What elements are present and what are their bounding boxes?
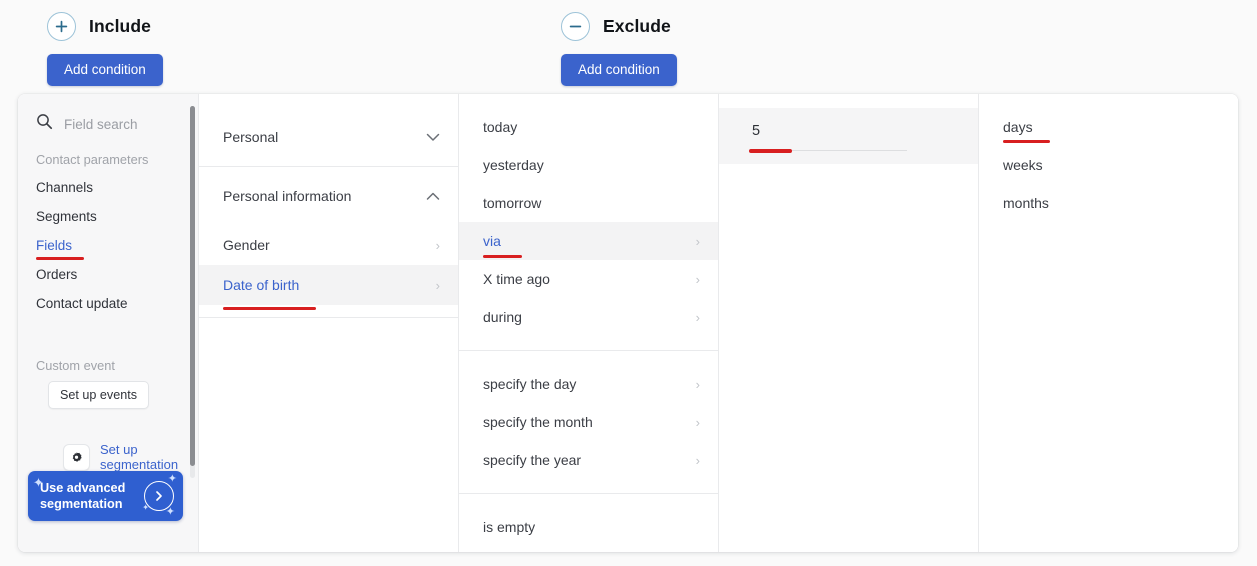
- option-row-tomorrow[interactable]: tomorrow: [459, 184, 718, 222]
- option-row-specify-the-month[interactable]: specify the month ›: [459, 403, 718, 441]
- option-row-x-time-ago[interactable]: X time ago ›: [459, 260, 718, 298]
- include-title: Include: [89, 15, 151, 36]
- chevron-right-icon: ›: [695, 414, 700, 430]
- option-row-during[interactable]: during ›: [459, 298, 718, 336]
- set-up-segmentation-link[interactable]: Set up segmentation: [63, 442, 198, 472]
- option-row-specify-the-day[interactable]: specify the day ›: [459, 365, 718, 403]
- group-row-personal[interactable]: Personal: [199, 108, 458, 166]
- add-condition-include-button[interactable]: Add condition: [47, 54, 163, 86]
- group-row-label: Gender: [223, 237, 270, 253]
- value-column: 5: [718, 94, 978, 552]
- value-input-row[interactable]: 5: [719, 108, 978, 164]
- chevron-right-circle-icon: [144, 481, 174, 511]
- sidebar-item-fields[interactable]: Fields: [18, 231, 198, 260]
- unit-row-months[interactable]: months: [979, 184, 1238, 222]
- sidebar-item-segments[interactable]: Segments: [18, 202, 198, 231]
- contact-parameters-label: Contact parameters: [36, 152, 149, 167]
- sparkle-icon: ✦: [167, 473, 177, 485]
- chevron-right-icon: ›: [435, 237, 440, 253]
- gear-icon: [63, 443, 90, 471]
- plus-circle-icon: [47, 12, 76, 41]
- option-row-label: tomorrow: [483, 195, 542, 211]
- unit-column: days weeks months: [978, 94, 1238, 552]
- unit-row-weeks[interactable]: weeks: [979, 146, 1238, 184]
- option-row-today[interactable]: today: [459, 108, 718, 146]
- sidebar-scrollbar-thumb[interactable]: [190, 106, 195, 466]
- chevron-right-icon: ›: [695, 452, 700, 468]
- unit-row-label: months: [1003, 195, 1049, 211]
- value-input[interactable]: 5: [752, 124, 978, 139]
- sidebar-item-label: Contact update: [36, 296, 128, 311]
- chevron-right-icon: ›: [695, 233, 700, 249]
- sidebar-item-contact-update[interactable]: Contact update: [18, 289, 198, 318]
- sparkle-icon: ✦: [165, 506, 175, 518]
- chevron-up-icon: [426, 188, 440, 204]
- minus-circle-icon: [561, 12, 590, 41]
- unit-row-label: days: [1003, 119, 1033, 135]
- custom-event-label: Custom event: [36, 358, 115, 373]
- group-row-label: Personal: [223, 129, 279, 145]
- option-row-label: specify the month: [483, 414, 593, 430]
- use-advanced-segmentation-label: Use advanced segmentation: [40, 481, 126, 511]
- sidebar-item-label: Fields: [36, 238, 73, 253]
- annotation-underline: [483, 255, 522, 258]
- annotation-underline: [749, 149, 792, 153]
- option-row-label: is empty: [483, 519, 536, 535]
- sidebar-item-label: Segments: [36, 209, 97, 224]
- group-row-personal-information[interactable]: Personal information: [199, 167, 458, 225]
- group-row-label: Personal information: [223, 188, 352, 204]
- divider: [199, 317, 458, 318]
- exclude-title: Exclude: [603, 15, 671, 36]
- include-group-header: Include: [47, 12, 151, 41]
- search-placeholder: Field search: [64, 116, 138, 132]
- option-row-label: X time ago: [483, 271, 550, 287]
- option-row-label: today: [483, 119, 518, 135]
- set-up-segmentation-label: Set up segmentation: [100, 442, 179, 472]
- unit-row-label: weeks: [1003, 157, 1043, 173]
- field-groups-column: Personal Personal information Gender › D…: [198, 94, 458, 552]
- chevron-right-icon: ›: [695, 376, 700, 392]
- parameters-sidebar: Field search Contact parameters Channels…: [18, 94, 198, 552]
- use-advanced-segmentation-button[interactable]: ✦ ✦ ✦ ✦ Use advanced segmentation: [28, 471, 183, 521]
- option-row-via[interactable]: via ›: [459, 222, 718, 260]
- chevron-right-icon: ›: [435, 277, 440, 293]
- option-row-label: via: [483, 233, 501, 249]
- chevron-right-icon: ›: [695, 271, 700, 287]
- chevron-down-icon: [426, 129, 440, 145]
- chevron-right-icon: ›: [695, 309, 700, 325]
- search-input[interactable]: Field search: [18, 102, 198, 146]
- annotation-underline: [223, 307, 316, 310]
- option-row-label: during: [483, 309, 522, 325]
- group-row-gender[interactable]: Gender ›: [199, 225, 458, 265]
- option-row-yesterday[interactable]: yesterday: [459, 146, 718, 184]
- set-up-events-button[interactable]: Set up events: [48, 381, 150, 409]
- option-row-label: specify the day: [483, 376, 577, 392]
- sidebar-item-channels[interactable]: Channels: [18, 173, 198, 202]
- option-row-is-empty[interactable]: is empty: [459, 508, 718, 546]
- option-row-specify-the-year[interactable]: specify the year ›: [459, 441, 718, 479]
- add-condition-exclude-button[interactable]: Add condition: [561, 54, 677, 86]
- search-icon: [36, 113, 53, 135]
- condition-picker-panel: Field search Contact parameters Channels…: [18, 94, 1238, 552]
- group-row-date-of-birth[interactable]: Date of birth ›: [199, 265, 458, 310]
- date-options-column: today yesterday tomorrow via › X time ag…: [458, 94, 718, 552]
- group-row-label: Date of birth: [223, 277, 300, 293]
- option-row-label: yesterday: [483, 157, 544, 173]
- annotation-underline: [1003, 140, 1050, 143]
- sidebar-item-orders[interactable]: Orders: [18, 260, 198, 289]
- sidebar-item-label: Channels: [36, 180, 94, 195]
- unit-row-days[interactable]: days: [979, 108, 1238, 146]
- option-row-label: specify the year: [483, 452, 582, 468]
- sidebar-item-label: Orders: [36, 267, 78, 282]
- exclude-group-header: Exclude: [561, 12, 671, 41]
